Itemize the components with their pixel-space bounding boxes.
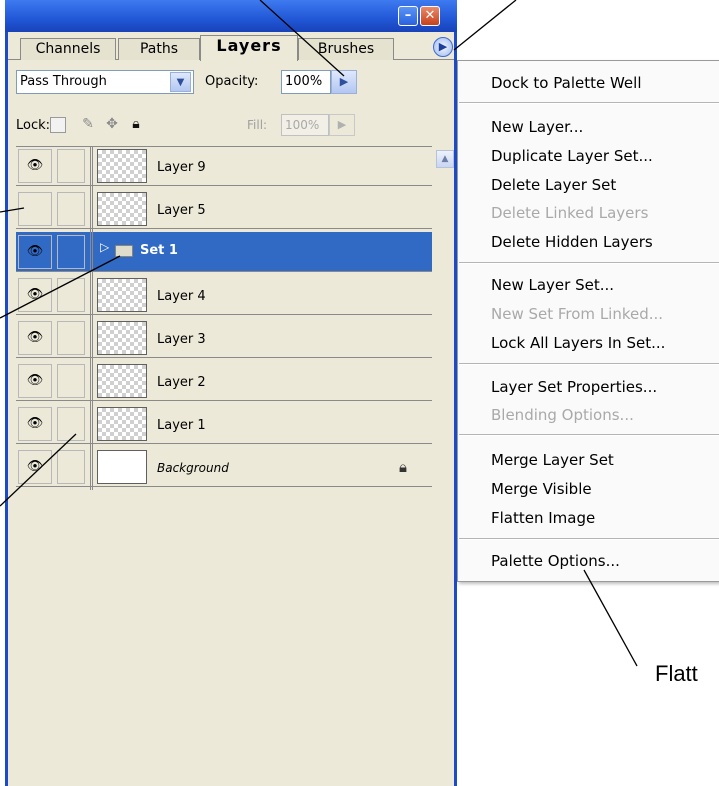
callout-lines: [0, 0, 638, 667]
tab-layers[interactable]: Layers: [200, 35, 298, 61]
callout-line-eye: [0, 207, 25, 213]
callout-line-menu: [453, 0, 517, 51]
callout-line-set: [0, 255, 121, 319]
callout-line-link: [0, 433, 77, 507]
callout-line-flatten: [583, 569, 638, 667]
